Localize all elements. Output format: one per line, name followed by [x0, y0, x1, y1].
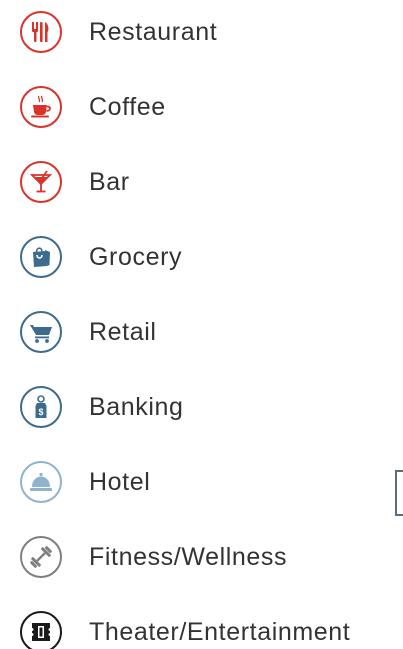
legend-label-fitness-wellness: Fitness/Wellness [89, 543, 288, 571]
legend-label-retail: Retail [89, 318, 157, 346]
legend-label-bar: Bar [89, 168, 130, 196]
money-tag-icon: $ [20, 386, 62, 428]
dumbbell-icon [20, 536, 62, 578]
cocktail-glass-icon [20, 161, 62, 203]
legend-label-restaurant: Restaurant [89, 18, 218, 46]
svg-text:$: $ [38, 407, 43, 417]
utensils-icon [20, 11, 62, 53]
legend-label-hotel: Hotel [89, 468, 151, 496]
ticket-icon [20, 611, 62, 649]
legend-label-grocery: Grocery [89, 243, 183, 271]
legend-label-banking: Banking [89, 393, 184, 421]
partial-edge-element [395, 470, 403, 516]
shopping-bag-icon [20, 236, 62, 278]
service-bell-icon [20, 461, 62, 503]
legend-label-coffee: Coffee [89, 93, 166, 121]
coffee-cup-icon [20, 86, 62, 128]
legend-label-theater-entertainment: Theater/Entertainment [89, 618, 351, 646]
shopping-cart-icon [20, 311, 62, 353]
category-legend: Restaurant Coffee Bar Grocery Retail $ B… [0, 0, 403, 649]
